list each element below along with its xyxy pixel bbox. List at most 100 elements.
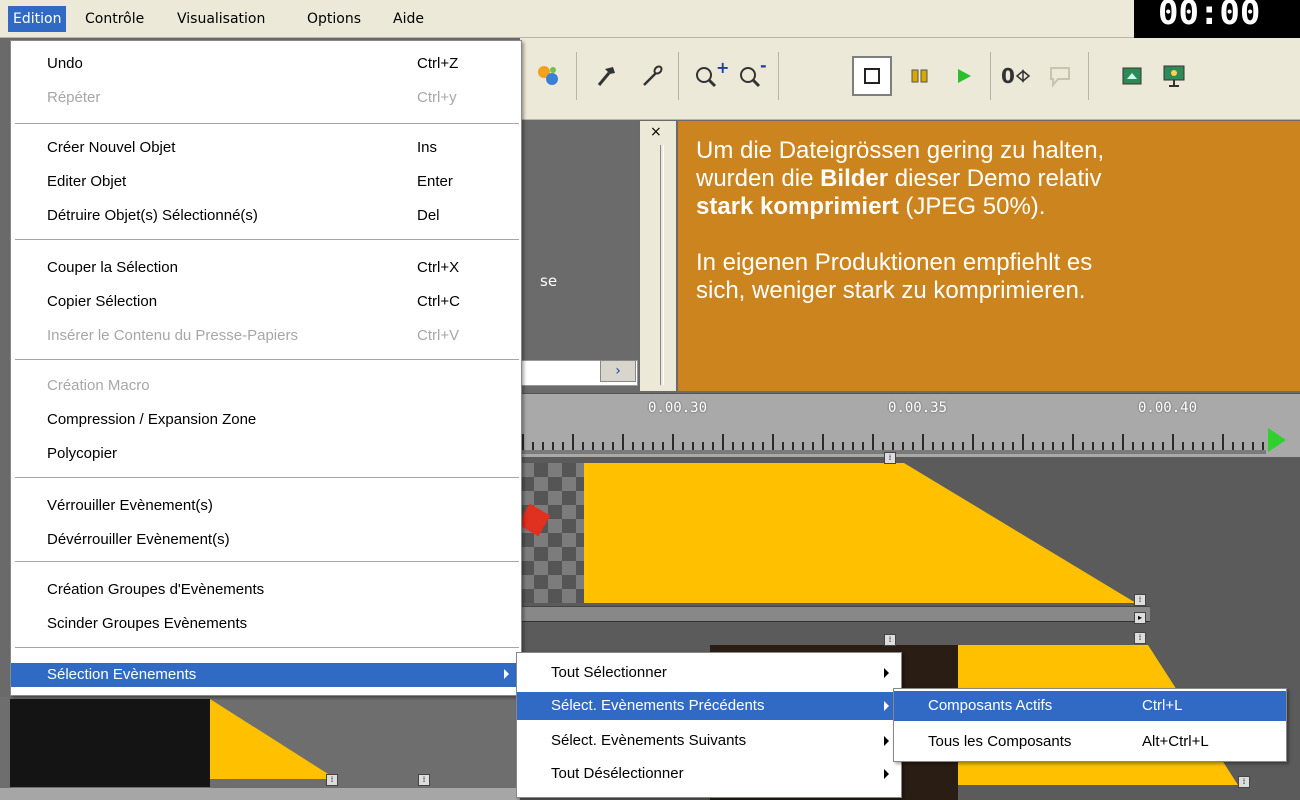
timeline-ruler[interactable]: 0.00.30 0.00.35 0.00.40 xyxy=(520,393,1300,457)
ruler-minor-tick xyxy=(712,442,714,450)
presentation-icon[interactable] xyxy=(1154,56,1194,96)
play-marker-icon[interactable] xyxy=(1268,428,1286,452)
submenu-arrow-icon xyxy=(884,668,889,678)
menu-item-label: Copier Sélection xyxy=(47,293,158,310)
menu-item-label: Détruire Objet(s) Sélectionné(s) xyxy=(47,207,258,224)
resize-grip[interactable] xyxy=(660,145,664,385)
menu-item-label: Sélection Evènements xyxy=(47,666,197,683)
menu-item-shortcut: Ctrl+L xyxy=(1142,697,1183,714)
keyframe-marker[interactable]: ⁞ xyxy=(1134,594,1146,606)
menu-controle[interactable]: Contrôle xyxy=(80,6,149,32)
ruler-major-tick xyxy=(872,434,874,450)
menu-item-all-components[interactable]: Tous les Composants Alt+Ctrl+L xyxy=(894,727,1286,757)
hammer-icon[interactable] xyxy=(586,56,626,96)
menu-item-compression-zone[interactable]: Compression / Expansion Zone xyxy=(11,409,521,431)
zoom-in-plus: + xyxy=(716,58,730,77)
keyframe-marker[interactable]: ▸ xyxy=(1134,612,1146,624)
info-text: dieser Demo relativ xyxy=(888,165,1102,192)
menu-item-select-next[interactable]: Sélect. Evènements Suivants xyxy=(517,727,901,755)
play-icon[interactable] xyxy=(944,56,984,96)
ruler-minor-tick xyxy=(1112,442,1114,450)
menu-item-shortcut: Enter xyxy=(417,173,453,190)
submenu-arrow-icon xyxy=(504,669,509,679)
ruler-minor-tick xyxy=(962,442,964,450)
info-line-3: stark komprimiert (JPEG 50%). xyxy=(696,193,1300,221)
video-thumbnail[interactable] xyxy=(10,699,210,787)
ruler-minor-tick xyxy=(792,442,794,450)
pipette-icon[interactable] xyxy=(632,56,672,96)
menu-item-polycopy[interactable]: Polycopier xyxy=(11,443,521,465)
submenu-arrow-icon xyxy=(884,736,889,746)
edition-menu: Undo Ctrl+Z Répéter Ctrl+y Créer Nouvel Ob… xyxy=(10,40,522,696)
menu-item-active-components[interactable]: Composants Actifs Ctrl+L xyxy=(894,691,1286,721)
track-bar xyxy=(0,788,520,800)
info-text: (JPEG 50%). xyxy=(898,193,1046,220)
ruler-major-tick xyxy=(1122,434,1124,450)
menu-item-label: Composants Actifs xyxy=(928,697,1053,714)
submenu-arrow-icon xyxy=(884,701,889,711)
menu-options[interactable]: Options xyxy=(302,6,366,32)
menu-item-label: Tout Sélectionner xyxy=(551,664,667,681)
ruler-minor-tick xyxy=(1252,442,1254,450)
ruler-minor-tick xyxy=(912,442,914,450)
ruler-minor-tick xyxy=(802,442,804,450)
menu-edition[interactable]: Edition xyxy=(8,6,67,32)
close-icon[interactable]: × xyxy=(650,124,662,140)
menu-item-event-selection[interactable]: Sélection Evènements xyxy=(11,663,521,687)
event-block-1[interactable] xyxy=(584,463,1136,603)
ruler-minor-tick xyxy=(1132,442,1134,450)
comment-icon[interactable] xyxy=(1040,56,1080,96)
menu-item-label: Sélect. Evènements Suivants xyxy=(551,732,747,749)
toolbar-separator xyxy=(576,52,577,100)
stop-icon[interactable] xyxy=(852,56,892,96)
components-submenu: Composants Actifs Ctrl+L Tous les Composa… xyxy=(893,688,1287,762)
menu-item-split-groups[interactable]: Scinder Groupes Evènements xyxy=(11,613,521,635)
ruler-minor-tick xyxy=(592,442,594,450)
menu-item-lock-events[interactable]: Vérrouiller Evènement(s) xyxy=(11,495,521,517)
info-line-5: sich, weniger stark zu komprimieren. xyxy=(696,277,1086,304)
keyframe-marker[interactable]: ⁞ xyxy=(884,452,896,464)
ruler-minor-tick xyxy=(542,442,544,450)
menu-item-label: Dévérrouiller Evènement(s) xyxy=(47,531,230,548)
menu-item-deselect-all[interactable]: Tout Désélectionner xyxy=(517,760,901,788)
keyframe-marker[interactable]: ⁞ xyxy=(1238,776,1250,788)
ruler-minor-tick xyxy=(1012,442,1014,450)
menu-visualisation[interactable]: Visualisation xyxy=(172,6,270,32)
event-block-3[interactable] xyxy=(210,699,336,787)
ruler-minor-tick xyxy=(562,442,564,450)
menu-item-create-groups[interactable]: Création Groupes d'Evènements xyxy=(11,579,521,601)
menu-item-label: Répéter xyxy=(47,89,101,106)
image-import-icon[interactable] xyxy=(1112,56,1152,96)
ruler-minor-tick xyxy=(852,442,854,450)
menu-item-delete-objects[interactable]: Détruire Objet(s) Sélectionné(s) Del xyxy=(11,205,521,227)
menu-item-edit-object[interactable]: Editer Objet Enter xyxy=(11,171,521,193)
keyframe-marker[interactable]: ⁞ xyxy=(1134,632,1146,644)
counter-reset-icon[interactable]: 0 xyxy=(996,56,1036,96)
menu-item-label: Couper la Sélection xyxy=(47,259,178,276)
transparent-event[interactable] xyxy=(520,463,584,603)
menu-separator xyxy=(15,239,519,241)
keyframe-marker[interactable]: ⁞ xyxy=(418,774,430,786)
effects-icon[interactable] xyxy=(528,56,568,96)
keyframe-marker[interactable]: ⁞ xyxy=(884,634,896,646)
zoom-in-icon[interactable]: + xyxy=(688,56,730,96)
ruler-minor-tick xyxy=(1182,442,1184,450)
ruler-minor-tick xyxy=(992,442,994,450)
menu-item-create-object[interactable]: Créer Nouvel Objet Ins xyxy=(11,137,521,159)
menu-aide[interactable]: Aide xyxy=(388,6,429,32)
keyframe-marker[interactable]: ⁞ xyxy=(326,774,338,786)
menu-item-copy[interactable]: Copier Sélection Ctrl+C xyxy=(11,291,521,313)
menu-item-label: Insérer le Contenu du Presse-Papiers xyxy=(47,327,298,344)
pause-icon[interactable] xyxy=(900,56,940,96)
track-bar xyxy=(520,606,1150,622)
info-text: wurden die xyxy=(696,165,821,192)
zoom-out-icon[interactable]: - xyxy=(732,56,772,96)
scroll-right-button[interactable]: › xyxy=(600,360,636,382)
menu-item-select-previous[interactable]: Sélect. Evènements Précédents xyxy=(517,692,901,720)
ruler-minor-tick xyxy=(692,442,694,450)
menu-item-unlock-events[interactable]: Dévérrouiller Evènement(s) xyxy=(11,529,521,551)
menu-item-cut[interactable]: Couper la Sélection Ctrl+X xyxy=(11,257,521,279)
menu-item-select-all[interactable]: Tout Sélectionner xyxy=(517,659,901,687)
menu-item-undo[interactable]: Undo Ctrl+Z xyxy=(11,53,521,75)
menu-item-label: Créer Nouvel Objet xyxy=(47,139,176,156)
